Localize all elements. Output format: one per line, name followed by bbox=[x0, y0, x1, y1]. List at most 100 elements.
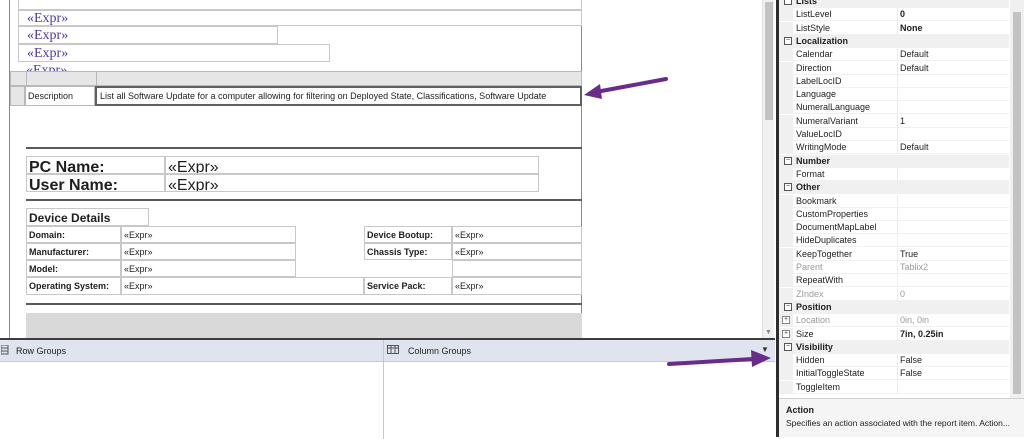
property-value[interactable]: Default bbox=[900, 63, 929, 73]
column-separator bbox=[897, 61, 898, 75]
separator-line[interactable] bbox=[26, 303, 582, 305]
separator-line[interactable] bbox=[26, 199, 582, 201]
expr-textbox-2[interactable]: «Expr» bbox=[18, 26, 278, 44]
scroll-down-icon[interactable]: ▼ bbox=[765, 329, 772, 336]
property-row[interactable]: Hidden False bbox=[779, 354, 1009, 368]
row-groups-header[interactable]: Row Groups bbox=[0, 340, 383, 362]
property-row[interactable]: ListLevel 0 bbox=[779, 8, 1009, 22]
collapse-icon[interactable]: − bbox=[784, 0, 792, 5]
user-name-label-cell[interactable]: User Name: bbox=[26, 174, 165, 192]
detail-right-label-cell[interactable]: Chassis Type: bbox=[364, 243, 452, 260]
report-footer-band[interactable] bbox=[26, 313, 582, 338]
user-name-expr-cell[interactable]: «Expr» bbox=[165, 174, 539, 192]
property-row[interactable]: NumeralLanguage bbox=[779, 101, 1009, 115]
expr-textbox-1[interactable]: «Expr» bbox=[18, 10, 582, 26]
detail-right-label-cell[interactable]: Device Bootup: bbox=[364, 226, 452, 243]
report-designer-surface[interactable]: «Expr» «Expr» «Expr» «Expr» Description … bbox=[0, 0, 775, 338]
detail-label-cell[interactable]: Operating System: bbox=[26, 277, 121, 295]
detail-label-cell[interactable]: Domain: bbox=[26, 226, 121, 243]
separator-line[interactable] bbox=[26, 147, 582, 149]
pc-name-label-cell[interactable]: PC Name: bbox=[26, 156, 165, 174]
scrollbar-thumb[interactable] bbox=[765, 2, 773, 120]
tablix-row-handle[interactable] bbox=[10, 86, 25, 106]
property-row[interactable]: CustomProperties bbox=[779, 207, 1009, 221]
property-category[interactable]: − Lists bbox=[779, 0, 1009, 8]
detail-expr-cell[interactable]: «Expr» bbox=[121, 260, 296, 277]
expr-textbox-3[interactable]: «Expr» bbox=[18, 44, 330, 62]
property-name: CustomProperties bbox=[796, 208, 869, 219]
collapse-icon[interactable]: − bbox=[784, 302, 792, 311]
collapse-icon[interactable]: − bbox=[784, 156, 792, 165]
property-row[interactable]: Format bbox=[779, 167, 1009, 181]
property-value[interactable]: 7in, 0.25in bbox=[900, 329, 944, 339]
detail-expr-cell[interactable]: «Expr» bbox=[121, 243, 296, 260]
detail-right-expr-cell[interactable]: «Expr» bbox=[452, 277, 582, 295]
property-name: ListStyle bbox=[796, 22, 831, 33]
property-category[interactable]: − Number bbox=[779, 154, 1009, 168]
detail-right-expr-cell[interactable] bbox=[452, 260, 582, 277]
property-value[interactable]: 0 bbox=[900, 289, 905, 299]
property-name: ToggleItem bbox=[796, 381, 841, 392]
property-row[interactable]: + Location 0in, 0in bbox=[779, 314, 1009, 328]
expr-textbox-4[interactable]: «Expr» bbox=[18, 62, 582, 71]
tablix-column-handles[interactable] bbox=[10, 71, 582, 86]
property-row[interactable]: HideDuplicates bbox=[779, 234, 1009, 248]
property-gutter bbox=[779, 8, 793, 22]
property-value[interactable]: Default bbox=[900, 49, 929, 59]
description-label-cell[interactable]: Description bbox=[25, 86, 95, 106]
detail-expr-cell[interactable]: «Expr» bbox=[121, 226, 296, 243]
property-row[interactable]: Language bbox=[779, 88, 1009, 102]
property-row[interactable]: ToggleItem bbox=[779, 380, 1009, 394]
property-row[interactable]: DocumentMapLabel bbox=[779, 221, 1009, 235]
collapse-icon[interactable]: − bbox=[784, 36, 792, 45]
property-value[interactable]: Tablix2 bbox=[900, 262, 928, 272]
detail-expr-cell[interactable]: «Expr» bbox=[121, 277, 364, 295]
property-row[interactable]: Calendar Default bbox=[779, 48, 1009, 62]
property-value[interactable]: 0 bbox=[900, 9, 905, 19]
property-row[interactable]: + Size 7in, 0.25in bbox=[779, 327, 1009, 341]
property-value[interactable]: False bbox=[900, 355, 922, 365]
detail-label-cell[interactable]: Model: bbox=[26, 260, 121, 277]
property-row[interactable]: Bookmark bbox=[779, 194, 1009, 208]
column-separator bbox=[897, 74, 898, 88]
property-value[interactable]: None bbox=[900, 23, 923, 33]
property-row[interactable]: ZIndex 0 bbox=[779, 287, 1009, 301]
collapse-icon[interactable]: − bbox=[784, 183, 792, 192]
property-row[interactable]: ListStyle None bbox=[779, 21, 1009, 35]
property-category[interactable]: − Position bbox=[779, 300, 1009, 314]
property-category[interactable]: − Other bbox=[779, 181, 1009, 195]
property-value[interactable]: Default bbox=[900, 142, 929, 152]
column-groups-label: Column Groups bbox=[408, 346, 472, 356]
report-body[interactable]: «Expr» «Expr» «Expr» «Expr» Description … bbox=[9, 0, 582, 338]
expand-icon[interactable]: + bbox=[782, 329, 790, 338]
header-textbox[interactable] bbox=[18, 0, 582, 10]
property-value[interactable]: 1 bbox=[900, 116, 905, 126]
detail-right-expr-cell[interactable]: «Expr» bbox=[452, 226, 582, 243]
expand-icon[interactable]: + bbox=[782, 316, 790, 325]
property-value[interactable]: False bbox=[900, 368, 922, 378]
property-category[interactable]: − Localization bbox=[779, 34, 1009, 48]
detail-label-cell[interactable]: Manufacturer: bbox=[26, 243, 121, 260]
collapse-icon[interactable]: − bbox=[784, 342, 792, 351]
property-row[interactable]: LabelLocID bbox=[779, 74, 1009, 88]
property-row[interactable]: RepeatWith bbox=[779, 274, 1009, 288]
property-value[interactable]: 0in, 0in bbox=[900, 315, 929, 325]
property-row[interactable]: ValueLocID bbox=[779, 128, 1009, 141]
description-text-cell[interactable]: List all Software Update for a computer … bbox=[95, 86, 582, 106]
property-gutter bbox=[779, 234, 793, 248]
property-category[interactable]: − Visibility bbox=[779, 340, 1009, 354]
property-value[interactable]: True bbox=[900, 249, 918, 259]
property-row[interactable]: NumeralVariant 1 bbox=[779, 114, 1009, 128]
designer-vertical-scrollbar[interactable]: ▼ bbox=[762, 0, 774, 338]
property-row[interactable]: Parent Tablix2 bbox=[779, 261, 1009, 274]
property-row[interactable]: InitialToggleState False bbox=[779, 367, 1009, 381]
device-details-title-cell[interactable]: Device Details bbox=[26, 208, 149, 226]
scrollbar-thumb[interactable] bbox=[1013, 12, 1021, 394]
property-row[interactable]: WritingMode Default bbox=[779, 141, 1009, 155]
detail-right-expr-cell[interactable]: «Expr» bbox=[452, 243, 582, 260]
property-row[interactable]: Direction Default bbox=[779, 61, 1009, 75]
detail-right-label-cell[interactable]: Service Pack: bbox=[364, 277, 452, 295]
pc-name-expr-cell[interactable]: «Expr» bbox=[165, 156, 539, 174]
property-row[interactable]: KeepTogether True bbox=[779, 247, 1009, 261]
properties-scrollbar[interactable] bbox=[1010, 0, 1024, 398]
